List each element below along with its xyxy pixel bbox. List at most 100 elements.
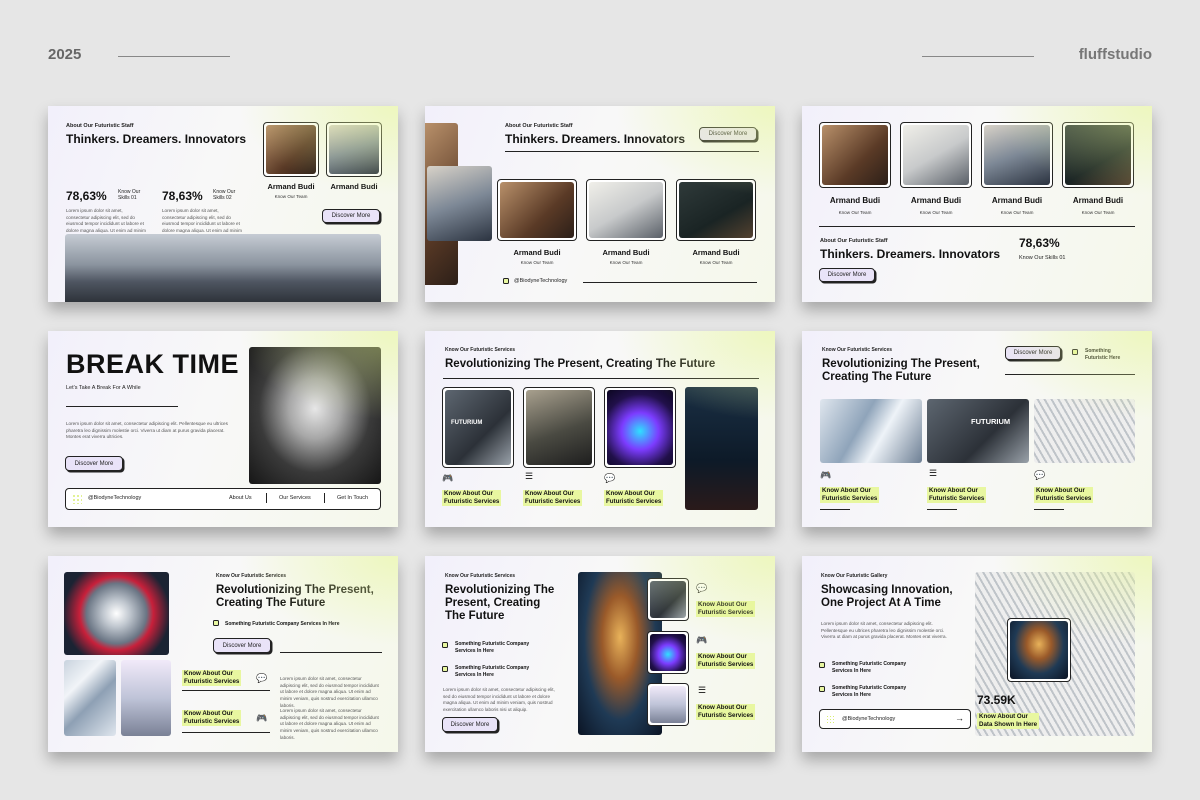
bullet-text: Something Futuristic Company Services In… <box>455 665 530 678</box>
gamepad-icon: 🎮 <box>256 712 268 723</box>
social-handle: @BiodyneTechnology <box>88 495 142 501</box>
arrow-right-icon[interactable]: → <box>955 713 964 723</box>
team-label: Know Our Team <box>699 260 733 265</box>
slide-8-services-list[interactable]: Know Our Futuristic Services Revolutioni… <box>425 556 775 752</box>
underline <box>927 509 957 511</box>
paragraph: Lorem ipsum dolor sit amet, consectetur … <box>443 687 555 712</box>
nav-link-about[interactable]: About Us <box>229 495 252 501</box>
building-sign-photo: FUTURIUM <box>927 399 1029 463</box>
slide-title: Thinkers. Dreamers. Innovators <box>820 247 1001 261</box>
gallery-photo <box>1010 621 1068 679</box>
team-label: Know Our Team <box>609 260 643 265</box>
futurium-sign: FUTURIUM <box>971 417 1011 426</box>
team-member-name: Armand Budi <box>602 248 650 257</box>
bullet-text: Something Futuristic Here <box>1085 348 1121 361</box>
slide-6-services-gallery[interactable]: Know Our Futuristic Services Revolutioni… <box>802 331 1152 527</box>
team-photo-card <box>1062 122 1134 188</box>
header-year: 2025 <box>48 46 82 63</box>
slide-kicker: Know Our Futuristic Services <box>822 347 893 353</box>
service-label: Know About Our Futuristic Services <box>696 653 756 669</box>
team-photo-card <box>586 179 666 241</box>
slide-5-services-cards[interactable]: Know Our Futuristic Services Revolutioni… <box>425 331 775 527</box>
underline <box>182 690 270 692</box>
stat-label: Know About Our Data Shown In Here <box>977 713 1040 729</box>
slide-title: Revolutionizing The Present, Creating Th… <box>445 358 716 370</box>
team-photo-card <box>497 179 577 241</box>
slide-1-team-stats[interactable]: About Our Futuristic Staff Thinkers. Dre… <box>48 106 398 302</box>
discover-more-button[interactable]: Discover More <box>65 456 123 471</box>
team-label: Know Our Team <box>1000 210 1034 215</box>
underline <box>820 509 850 511</box>
service-photo: FUTURIUM <box>445 390 511 465</box>
team-photo <box>329 125 379 174</box>
server-icon: ☰ <box>697 684 707 695</box>
team-member-name: Armand Budi <box>991 196 1043 205</box>
nav-separator <box>266 493 267 503</box>
team-label: Know Our Team <box>520 260 554 265</box>
architecture-photo <box>1034 399 1135 463</box>
slide-kicker: Know Our Futuristic Gallery <box>821 573 888 579</box>
gamepad-icon: 🎮 <box>442 472 454 483</box>
service-photo-card <box>523 387 595 468</box>
server-icon: ☰ <box>524 470 534 481</box>
slide-title: Thinkers. Dreamers. Innovators <box>505 132 686 146</box>
spiral-architecture-photo <box>64 572 169 655</box>
discover-more-button[interactable]: Discover More <box>442 717 498 732</box>
service-photo-card: FUTURIUM <box>442 387 514 468</box>
gamepad-icon: 🎮 <box>820 469 832 480</box>
underline <box>1034 509 1064 511</box>
discover-more-button[interactable]: Discover More <box>322 209 380 223</box>
break-title: BREAK TIME <box>66 349 239 379</box>
slide-title: Revolutionizing The Present, Creating Th… <box>822 358 980 384</box>
team-photo <box>984 125 1050 185</box>
nav-link-services[interactable]: Our Services <box>279 495 311 501</box>
team-photo <box>589 182 663 238</box>
service-photo <box>526 390 592 465</box>
dome-photo <box>121 660 171 736</box>
service-photo <box>607 390 673 465</box>
slide-4-break-time[interactable]: BREAK TIME Let's Take A Break For A Whil… <box>48 331 398 527</box>
discover-more-button[interactable]: Discover More <box>213 638 271 653</box>
discover-more-button[interactable]: Discover More <box>819 268 875 282</box>
break-subtitle: Let's Take A Break For A While <box>66 385 141 391</box>
social-handle: @BiodyneTechnology <box>842 716 896 722</box>
team-member-name: Armand Budi <box>910 196 962 205</box>
team-member-name: Armand Budi <box>267 182 315 191</box>
team-label: Know Our Team <box>838 210 872 215</box>
header-divider-right <box>922 56 1034 57</box>
slide-7-services-collage[interactable]: Know Our Futuristic Services Revolutioni… <box>48 556 398 752</box>
team-photo-card <box>819 122 891 188</box>
team-photo <box>1065 125 1131 185</box>
team-photo-card <box>263 122 319 177</box>
team-photo <box>500 182 574 238</box>
slide-kicker: Know Our Futuristic Services <box>445 573 516 579</box>
slide-3-team-grid[interactable]: Armand Budi Armand Budi Armand Budi Arma… <box>802 106 1152 302</box>
slide-title: Thinkers. Dreamers. Innovators <box>66 132 247 146</box>
divider <box>66 406 178 408</box>
vr-headset-photo <box>65 234 381 302</box>
triangle-facade-photo <box>64 660 116 736</box>
nav-link-contact[interactable]: Get In Touch <box>337 495 368 501</box>
team-photo-card <box>676 179 756 241</box>
gamepad-icon: 🎮 <box>696 634 708 645</box>
service-photo-card <box>647 578 689 621</box>
team-member-name: Armand Budi <box>829 196 881 205</box>
nav-separator <box>324 493 325 503</box>
divider <box>505 151 759 153</box>
divider <box>280 652 382 654</box>
team-photo <box>822 125 888 185</box>
slide-2-team-cards[interactable]: About Our Futuristic Staff Thinkers. Dre… <box>425 106 775 302</box>
service-photo <box>650 581 686 618</box>
team-member-name: Armand Budi <box>692 248 740 257</box>
team-photo-card <box>326 122 382 177</box>
discover-more-button[interactable]: Discover More <box>699 127 757 141</box>
team-label: Know Our Team <box>274 194 308 199</box>
service-label: Know About Our Futuristic Services <box>182 710 242 726</box>
stat-label: Know Our Skills 02 <box>213 189 236 201</box>
stat-label: Know Our Skills 01 <box>118 189 141 201</box>
social-handle: @BiodyneTechnology <box>514 278 568 284</box>
slide-9-gallery[interactable]: Know Our Futuristic Gallery Showcasing I… <box>802 556 1152 752</box>
stat-value: 73.59K <box>977 693 1016 707</box>
discover-more-button[interactable]: Discover More <box>1005 346 1061 360</box>
paragraph: Lorem ipsum dolor sit amet, consectetur … <box>280 676 379 708</box>
